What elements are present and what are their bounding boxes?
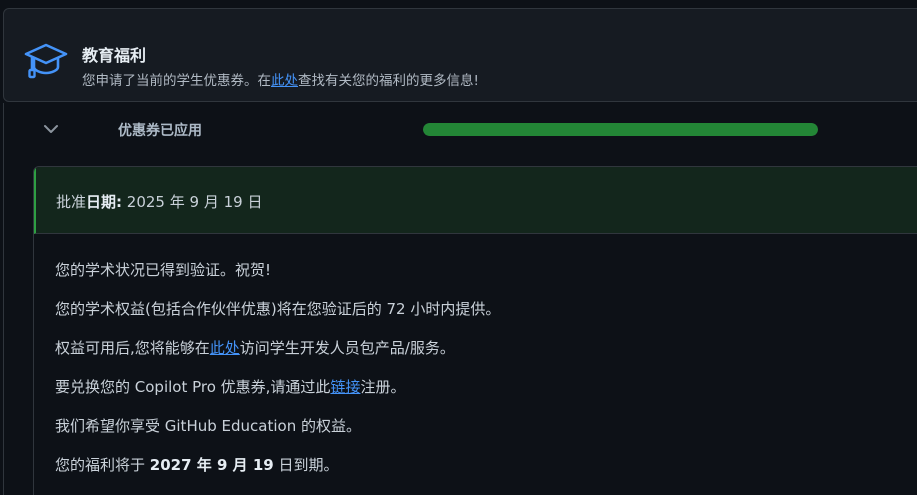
header-subtitle: 您申请了当前的学生优惠券。在此处查找有关您的福利的更多信息! <box>82 69 479 89</box>
approval-details-card: 批准日期: 2025 年 9 月 19 日 您的学术状况已得到验证。祝贺! 您的… <box>33 166 917 495</box>
coupon-progress-fill <box>423 123 818 136</box>
approval-date: 批准日期: 2025 年 9 月 19 日 <box>56 191 262 212</box>
approval-bold: 日期: <box>86 193 123 211</box>
student-pack-suffix: 访问学生开发人员包产品/服务。 <box>239 339 455 357</box>
verified-message: 您的学术状况已得到验证。祝贺! <box>55 261 272 279</box>
copilot-suffix: 注册。 <box>360 378 406 396</box>
student-pack-message: 权益可用后,您将能够在此处访问学生开发人员包产品/服务。 <box>55 335 500 374</box>
header-sub-prefix: 您申请了当前的学生优惠券。在 <box>82 73 271 89</box>
header-title: 教育福利 <box>82 46 147 65</box>
header-sub-suffix: 查找有关您的福利的更多信息! <box>298 73 479 89</box>
education-benefits-header: 教育福利 您申请了当前的学生优惠券。在此处查找有关您的福利的更多信息! <box>3 8 917 102</box>
expiry-message: 您的福利将于 2027 年 9 月 19 日到期。 <box>55 452 500 491</box>
approval-date-value: 2025 年 9 月 19 日 <box>126 193 263 211</box>
page: 教育福利 您申请了当前的学生优惠券。在此处查找有关您的福利的更多信息! 优惠券已… <box>0 0 917 495</box>
expiry-suffix: 日到期。 <box>273 456 339 474</box>
benefits-info-link[interactable]: 此处 <box>271 73 298 89</box>
expiry-date: 2027 年 9 月 19 <box>149 456 274 474</box>
approval-date-banner: 批准日期: 2025 年 9 月 19 日 <box>34 167 917 234</box>
expiry-prefix: 您的福利将于 <box>55 456 150 474</box>
graduation-cap-icon <box>24 43 68 79</box>
benefit-details: 您的学术状况已得到验证。祝贺! 您的学术权益(包括合作伙伴优惠)将在您验证后的 … <box>55 257 500 491</box>
approval-prefix: 批准 <box>56 193 87 211</box>
coupon-status-label: 优惠券已应用 <box>118 123 202 139</box>
enjoy-message: 我们希望你享受 GitHub Education 的权益。 <box>55 417 361 435</box>
copilot-prefix: 要兑换您的 Copilot Pro 优惠券,请通过此 <box>55 378 331 396</box>
chevron-down-icon[interactable] <box>42 120 60 138</box>
student-pack-prefix: 权益可用后,您将能够在 <box>55 339 210 357</box>
student-pack-link[interactable]: 此处 <box>210 339 240 357</box>
availability-message: 您的学术权益(包括合作伙伴优惠)将在您验证后的 72 小时内提供。 <box>55 300 501 318</box>
copilot-signup-link[interactable]: 链接 <box>330 378 360 396</box>
coupon-progress-bar <box>423 123 818 136</box>
copilot-message: 要兑换您的 Copilot Pro 优惠券,请通过此链接注册。 <box>55 374 500 413</box>
